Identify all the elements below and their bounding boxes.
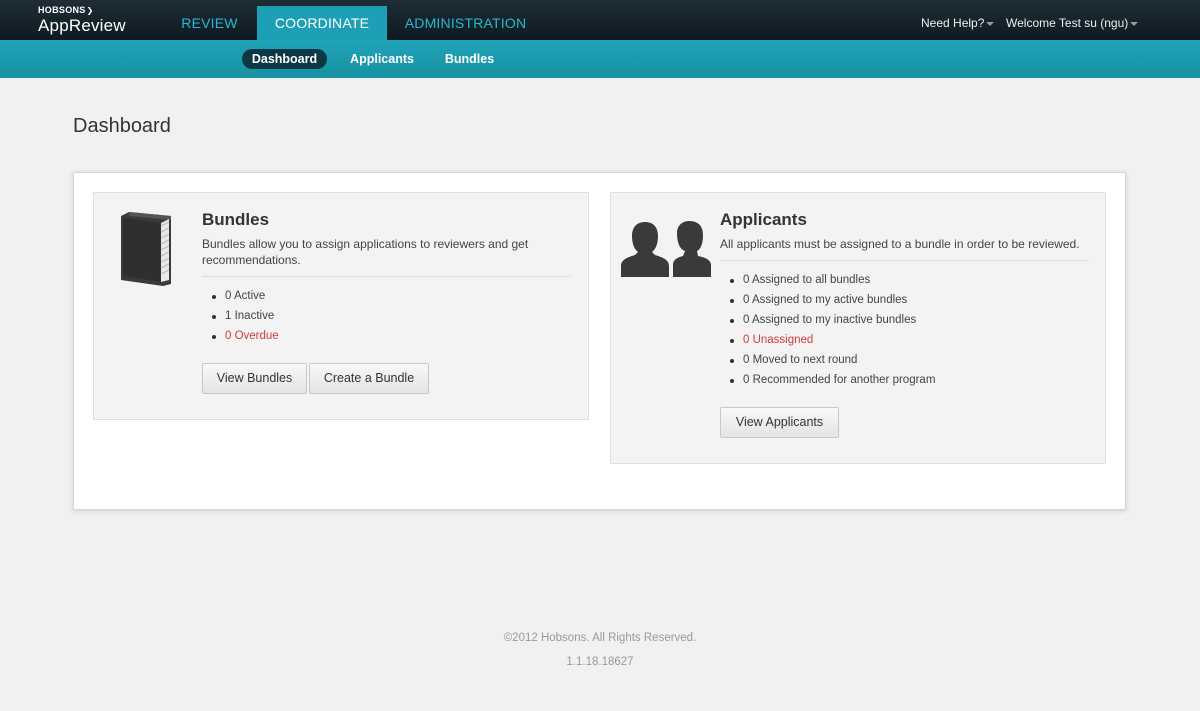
welcome-label: Welcome Test su (ngu) bbox=[1006, 16, 1129, 30]
bundles-description: Bundles allow you to assign applications… bbox=[202, 237, 529, 267]
user-menu[interactable]: Welcome Test su (ngu) bbox=[1006, 0, 1139, 40]
footer-version: 1.1.18.18627 bbox=[566, 656, 634, 668]
bundles-stats-list: 0 Active 1 Inactive 0 Overdue bbox=[202, 286, 279, 346]
subnav-dashboard[interactable]: Dashboard bbox=[242, 49, 327, 69]
tab-administration[interactable]: ADMINISTRATION bbox=[387, 6, 544, 40]
tab-coordinate[interactable]: COORDINATE bbox=[257, 6, 387, 40]
bundles-card: Bundles Bundles allow you to assign appl… bbox=[93, 192, 589, 420]
view-applicants-button[interactable]: View Applicants bbox=[720, 407, 839, 438]
footer-copyright: ©2012 Hobsons. All Rights Reserved. bbox=[503, 632, 697, 644]
stat-recommended-other-program: 0 Recommended for another program bbox=[720, 370, 935, 390]
applicants-stats-list: 0 Assigned to all bundles 0 Assigned to … bbox=[720, 270, 935, 390]
bundles-title: Bundles bbox=[202, 210, 270, 229]
subnav-bundles[interactable]: Bundles bbox=[437, 49, 502, 69]
dashboard-panel: Bundles Bundles allow you to assign appl… bbox=[73, 172, 1126, 510]
chevron-down-icon bbox=[1130, 21, 1139, 26]
applicants-title: Applicants bbox=[720, 210, 807, 229]
divider bbox=[202, 276, 571, 277]
need-help-menu[interactable]: Need Help? bbox=[921, 0, 995, 40]
need-help-label: Need Help? bbox=[921, 16, 985, 30]
stat-active-bundles: 0 Active bbox=[202, 286, 279, 306]
stat-assigned-inactive-bundles: 0 Assigned to my inactive bundles bbox=[720, 310, 935, 330]
book-icon bbox=[121, 212, 171, 286]
stat-assigned-all-bundles: 0 Assigned to all bundles bbox=[720, 270, 935, 290]
stat-inactive-bundles: 1 Inactive bbox=[202, 306, 279, 326]
divider bbox=[720, 260, 1089, 261]
chevron-down-icon bbox=[986, 21, 995, 26]
logo-brand-text: HOBSONS bbox=[38, 5, 126, 16]
create-bundle-button[interactable]: Create a Bundle bbox=[309, 363, 429, 394]
stat-overdue-bundles: 0 Overdue bbox=[202, 326, 279, 346]
tab-review[interactable]: REVIEW bbox=[162, 6, 257, 40]
sub-navigation-bar: Dashboard Applicants Bundles bbox=[0, 40, 1200, 78]
subnav-applicants[interactable]: Applicants bbox=[341, 49, 423, 69]
applicants-description: All applicants must be assigned to a bun… bbox=[720, 237, 1080, 251]
hobsons-appreview-logo[interactable]: HOBSONS AppReview bbox=[38, 5, 126, 36]
page-title: Dashboard bbox=[73, 115, 171, 137]
stat-unassigned: 0 Unassigned bbox=[720, 330, 935, 350]
applicants-card: Applicants All applicants must be assign… bbox=[610, 192, 1106, 464]
logo-product-text: AppReview bbox=[38, 16, 126, 35]
people-icon bbox=[621, 221, 711, 277]
stat-assigned-active-bundles: 0 Assigned to my active bundles bbox=[720, 290, 935, 310]
view-bundles-button[interactable]: View Bundles bbox=[202, 363, 307, 394]
top-navigation-bar: HOBSONS AppReview REVIEW COORDINATE ADMI… bbox=[0, 0, 1200, 40]
stat-moved-next-round: 0 Moved to next round bbox=[720, 350, 935, 370]
